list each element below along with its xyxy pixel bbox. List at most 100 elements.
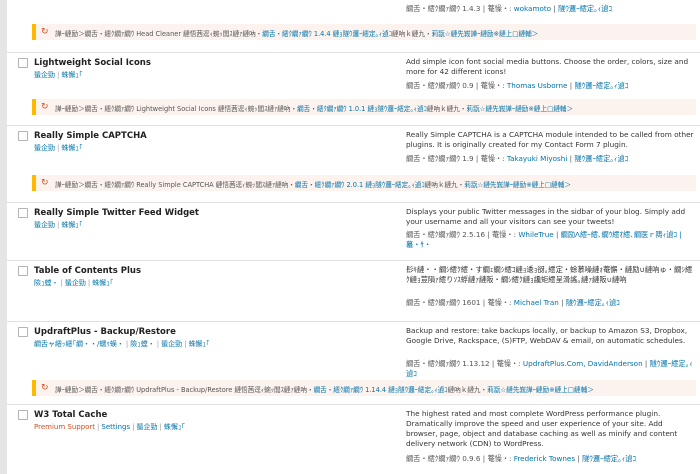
select-plugin-checkbox[interactable] [18, 131, 28, 141]
backup-restore-link[interactable]: 繝舌ャ繧ｯ繧｢繝・・/蠕ｩ蜈・ [34, 340, 124, 348]
update-notice: ↻ 譁ｰ縺励＞繝舌・繧ｸ繝ｧ繝ｳ Really Simple CAPTCHA 縺… [32, 175, 696, 191]
details-link[interactable]: 隧ｳ邏ｰ繧定｡ｨ遉ｺ [582, 454, 636, 463]
author-link[interactable]: UpdraftPlus.Com, DavidAnderson [523, 359, 643, 368]
plugin-meta: 繝舌・繧ｸ繝ｧ繝ｳ 1601 | 菴懆・: Michael Tran | 隧ｳ邏… [406, 298, 620, 307]
update-text: 譁ｰ縺励＞繝舌・繧ｸ繝ｧ繝ｳ Really Simple CAPTCHA 縺悟茜… [55, 179, 571, 189]
update-now-link[interactable]: 莉翫☆縺先峩譁ｰ縺励※縺上□縺輔＞ [464, 181, 571, 189]
author-link[interactable]: WhileTrue [518, 230, 553, 239]
update-icon: ↻ [41, 178, 49, 188]
settings-link[interactable]: Settings [101, 423, 130, 431]
plugin-meta: 繝舌・繧ｸ繝ｧ繝ｳ 0.9 | 菴懆・: Thomas Usborne | 隧ｳ… [406, 81, 629, 90]
update-icon: ↻ [41, 27, 49, 37]
details-link[interactable]: 隧ｳ邏ｰ繧定｡ｨ遉ｺ [558, 4, 612, 13]
author-link[interactable]: Takayuki Miyoshi [507, 154, 567, 163]
update-or: 縺吶ｋ縺九・ [426, 105, 467, 113]
plugin-meta: 繝舌・繧ｸ繝ｧ繝ｳ 0.9.6 | 菴懆・: Frederick Townes … [406, 454, 637, 463]
plugin-name: Really Simple CAPTCHA [34, 131, 147, 141]
plugin-description: 髟ｷ縺・・繝ｼ繧ｸ繧・す繝ｪ繝ｼ繧ｺ縺ｮ逶ｮ谺｡繧定・蜍慕噪縺ｫ菴懈・縺励∪縺吶… [406, 265, 693, 284]
plugin-description: The highest rated and most complete Word… [406, 409, 678, 448]
select-plugin-checkbox[interactable] [18, 327, 28, 337]
update-message: 譁ｰ縺励＞繝舌・繧ｸ繝ｧ繝ｳ Lightweight Social Icons … [55, 105, 298, 113]
deactivate-link[interactable]: 蛛懈ｭ｢ [61, 221, 82, 229]
view-version-details-link[interactable]: 繝舌・繧ｸ繝ｧ繝ｳ 1.4.4 縺ｮ隧ｳ邏ｰ繧定｡ｨ遉ｺ [262, 30, 392, 38]
details-link[interactable]: 隧ｳ邏ｰ繧定｡ｨ遉ｺ [574, 154, 628, 163]
plugin-version: 繝舌・繧ｸ繝ｧ繝ｳ 1.13.12 | 菴懆・: [406, 359, 523, 368]
settings-link[interactable]: 險ｭ螳・ [130, 340, 155, 348]
update-notice: ↻ 譁ｰ縺励＞繝舌・繧ｸ繝ｧ繝ｳ Lightweight Social Icon… [32, 99, 696, 115]
plugin-row-lightweight-social-icons: Lightweight Social Icons 蜑企勁 | 蛛懈ｭ｢ Add si… [7, 53, 700, 126]
select-plugin-checkbox[interactable] [18, 208, 28, 218]
details-link[interactable]: 隧ｳ邏ｰ繧定｡ｨ遉ｺ [574, 81, 628, 90]
plugin-actions: 險ｭ螳・ | 蜑企勁 | 蛛懈ｭ｢ [34, 279, 114, 287]
deactivate-link[interactable]: 蛛懈ｭ｢ [61, 144, 82, 152]
plugin-name: Table of Contents Plus [34, 266, 142, 276]
plugin-actions: 繝舌ャ繧ｯ繧｢繝・・/蠕ｩ蜈・ | 險ｭ螳・ | 蜑企勁 | 蛛懈ｭ｢ [34, 340, 210, 348]
plugin-row-really-simple-captcha: Really Simple CAPTCHA 蜑企勁 | 蛛懈ｭ｢ Really Si… [7, 126, 700, 203]
delete-link[interactable]: 蜑企勁 [34, 221, 55, 229]
update-now-link[interactable]: 莉翫☆縺先峩譁ｰ縺励※縺上□縺輔＞ [466, 105, 573, 113]
deactivate-link[interactable]: 蛛懈ｭ｢ [188, 340, 209, 348]
plugin-description: Displays your public Twitter messages in… [406, 207, 686, 226]
delete-link[interactable]: 蜑企勁 [65, 279, 86, 287]
update-icon: ↻ [41, 102, 49, 112]
plugin-row-updraftplus: UpdraftPlus - Backup/Restore 繝舌ャ繧ｯ繧｢繝・・/… [7, 322, 700, 405]
plugin-version: 繝舌・繧ｸ繝ｧ繝ｳ 1.9 | 菴懆・: [406, 154, 507, 163]
delete-link[interactable]: 蜑企勁 [34, 144, 55, 152]
plugin-actions: 蜑企勁 | 蛛懈ｭ｢ [34, 144, 83, 152]
update-notice: ↻ 譁ｰ縺励＞繝舌・繧ｸ繝ｧ繝ｳ UpdraftPlus - Backup/Re… [32, 380, 696, 396]
update-or: 縺吶ｋ縺九・ [447, 386, 488, 394]
update-message: 譁ｰ縺励＞繝舌・繧ｸ繝ｧ繝ｳ UpdraftPlus - Backup/Rest… [55, 386, 314, 394]
plugin-row-w3-total-cache: W3 Total Cache Premium Support | Settings |… [7, 405, 700, 474]
update-or: 縺吶ｋ縺九・ [424, 181, 465, 189]
plugin-description: Backup and restore: take backups locally… [406, 326, 688, 345]
update-icon: ↻ [41, 383, 49, 393]
plugin-version: 繝舌・繧ｸ繝ｧ繝ｳ 1.4.3 | 菴懆・: [406, 4, 514, 13]
delete-link[interactable]: 蜑企勁 [34, 71, 55, 79]
plugin-row-table-of-contents-plus: Table of Contents Plus 險ｭ螳・ | 蜑企勁 | 蛛懈ｭ｢ 髟ｷ縺… [7, 261, 700, 322]
delete-link[interactable]: 蜑企勁 [136, 423, 157, 431]
select-plugin-checkbox[interactable] [18, 266, 28, 276]
update-text: 譁ｰ縺励＞繝舌・繧ｸ繝ｧ繝ｳ UpdraftPlus - Backup/Rest… [55, 384, 594, 394]
view-version-details-link[interactable]: 繝舌・繧ｸ繝ｧ繝ｳ 1.0.1 縺ｮ隧ｳ邏ｰ繧定｡ｨ遉ｺ [297, 105, 427, 113]
plugin-version: 繝舌・繧ｸ繝ｧ繝ｳ 2.5.16 | 菴懆・: [406, 230, 519, 239]
plugin-name: Lightweight Social Icons [34, 58, 151, 68]
author-link[interactable]: Michael Tran [514, 298, 559, 307]
update-or: 縺吶ｋ縺九・ [392, 30, 432, 38]
delete-link[interactable]: 蜑企勁 [161, 340, 182, 348]
plugin-version: 繝舌・繧ｸ繝ｧ繝ｳ 0.9 | 菴懆・: [406, 81, 507, 90]
plugin-name: Really Simple Twitter Feed Widget [34, 208, 199, 218]
update-message: 譁ｰ縺励＞繝舌・繧ｸ繝ｧ繝ｳ Really Simple CAPTCHA 縺悟茜… [55, 181, 295, 189]
premium-support-link[interactable]: Premium Support [34, 423, 95, 431]
plugin-meta: 繝舌・繧ｸ繝ｧ繝ｳ 1.9 | 菴懆・: Takayuki Miyoshi | … [406, 154, 629, 163]
left-gutter [0, 0, 7, 474]
deactivate-link[interactable]: 蛛懈ｭ｢ [164, 423, 185, 431]
update-message: 譁ｰ縺励＞繝舌・繧ｸ繝ｧ繝ｳ Head Cleaner 縺悟茜逕ｨ蜿ｯ閭ｽ縺ｧ縺… [55, 30, 263, 38]
select-plugin-checkbox[interactable] [18, 410, 28, 420]
plugin-meta: 繝舌・繧ｸ繝ｧ繝ｳ 1.13.12 | 菴懆・: UpdraftPlus.Com… [406, 359, 693, 378]
plugin-name: UpdraftPlus - Backup/Restore [34, 327, 176, 337]
plugin-description: Add simple icon font social media button… [406, 57, 689, 76]
update-notice: ↻ 譁ｰ縺励＞繝舌・繧ｸ繝ｧ繝ｳ Head Cleaner 縺悟茜逕ｨ蜿ｯ閭ｽ縺… [32, 24, 696, 40]
plugin-list: 繝舌・繧ｸ繝ｧ繝ｳ 1.4.3 | 菴懆・: wokamoto | 隧ｳ邏ｰ繧定… [7, 0, 700, 474]
plugin-version: 繝舌・繧ｸ繝ｧ繝ｳ 1601 | 菴懆・: [406, 298, 514, 307]
update-now-link[interactable]: 莉翫☆縺先峩譁ｰ縺励※縺上□縺輔＞ [487, 386, 594, 394]
plugin-actions: 蜑企勁 | 蛛懈ｭ｢ [34, 71, 83, 79]
update-text: 譁ｰ縺励＞繝舌・繧ｸ繝ｧ繝ｳ Lightweight Social Icons … [55, 103, 573, 113]
settings-link[interactable]: 險ｭ螳・ [34, 279, 59, 287]
select-plugin-checkbox[interactable] [18, 58, 28, 68]
details-link[interactable]: 隧ｳ邏ｰ繧定｡ｨ遉ｺ [566, 298, 620, 307]
deactivate-link[interactable]: 蛛懈ｭ｢ [92, 279, 113, 287]
update-now-link[interactable]: 莉翫☆縺先峩譁ｰ縺励※縺上□縺輔＞ [432, 30, 539, 38]
plugin-meta: 繝舌・繧ｸ繝ｧ繝ｳ 1.4.3 | 菴懆・: wokamoto | 隧ｳ邏ｰ繧定… [406, 4, 694, 14]
plugin-description: Really Simple CAPTCHA is a CAPTCHA modul… [406, 130, 694, 149]
author-link[interactable]: Frederick Townes [514, 454, 575, 463]
view-version-details-link[interactable]: 繝舌・繧ｸ繝ｧ繝ｳ 2.0.1 縺ｮ隧ｳ邏ｰ繧定｡ｨ遉ｺ [295, 181, 425, 189]
plugin-row-twitter-feed-widget: Really Simple Twitter Feed Widget 蜑企勁 | 蛛懈… [7, 203, 700, 261]
update-text: 譁ｰ縺励＞繝舌・繧ｸ繝ｧ繝ｳ Head Cleaner 縺悟茜逕ｨ蜿ｯ閭ｽ縺ｧ縺… [55, 28, 538, 38]
plugin-row-headcleaner: 繝舌・繧ｸ繝ｧ繝ｳ 1.4.3 | 菴懆・: wokamoto | 隧ｳ邏ｰ繧定… [7, 0, 700, 53]
plugin-name: W3 Total Cache [34, 410, 108, 420]
view-version-details-link[interactable]: 繝舌・繧ｸ繝ｧ繝ｳ 1.14.4 縺ｮ隧ｳ邏ｰ繧定｡ｨ遉ｺ [314, 386, 448, 394]
deactivate-link[interactable]: 蛛懈ｭ｢ [61, 71, 82, 79]
author-link[interactable]: wokamoto [514, 4, 551, 13]
author-link[interactable]: Thomas Usborne [507, 81, 568, 90]
